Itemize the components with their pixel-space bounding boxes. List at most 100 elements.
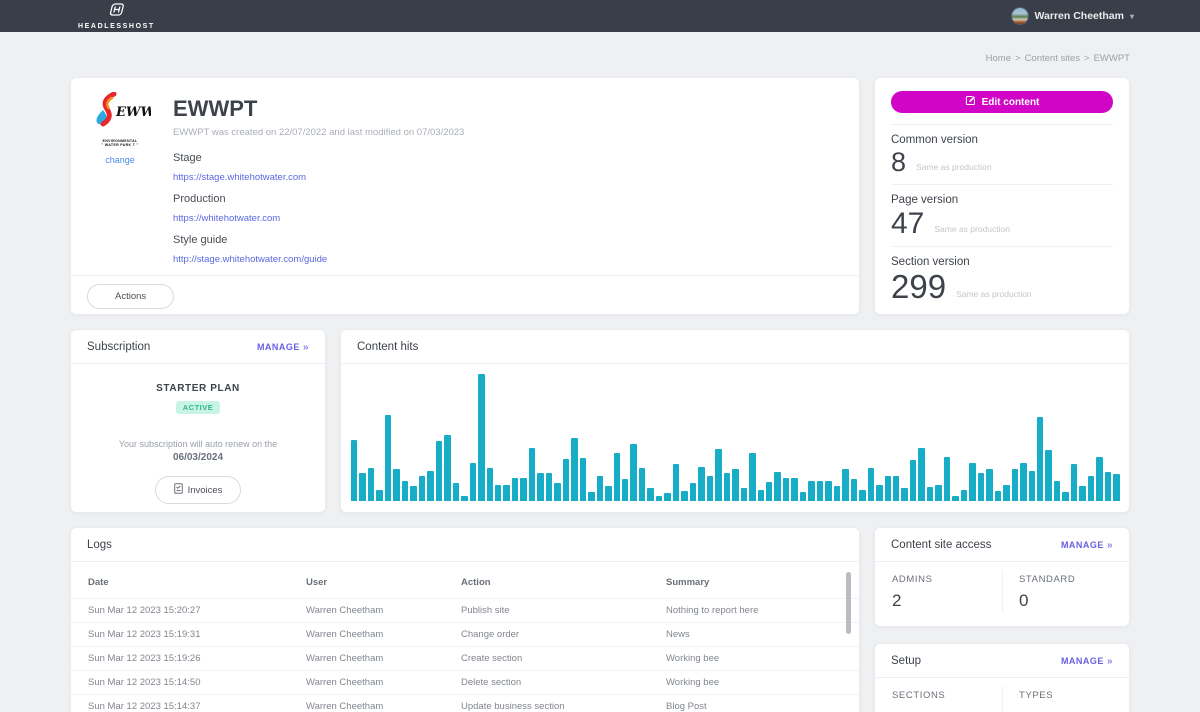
chart-bar	[1105, 472, 1111, 501]
content-hits-chart	[351, 374, 1119, 501]
chart-bar	[1054, 481, 1060, 501]
chart-bar	[427, 471, 433, 501]
chart-bar	[503, 485, 509, 502]
access-manage-link[interactable]: MANAGE »	[1061, 540, 1113, 551]
chart-bar	[698, 467, 704, 501]
table-cell: Delete section	[461, 677, 666, 688]
logs-title: Logs	[87, 539, 112, 551]
chart-bar	[986, 469, 992, 501]
chart-bar	[478, 374, 484, 501]
subscription-card: Subscription MANAGE » STARTER PLAN ACTIV…	[70, 329, 326, 513]
user-menu[interactable]: Warren Cheetham ▾	[1011, 7, 1134, 25]
chart-bar	[876, 485, 882, 502]
breadcrumb: Home>Content sites>EWWPT	[70, 32, 1130, 77]
chart-bar	[724, 473, 730, 501]
actions-button[interactable]: Actions	[87, 284, 174, 309]
chart-bar	[529, 448, 535, 501]
version-item: Page version47Same as production	[891, 184, 1113, 247]
stat-value: 0	[1019, 591, 1129, 611]
table-cell: Nothing to report here	[666, 605, 859, 616]
brand[interactable]: HEADLESSHOST	[78, 3, 155, 30]
site-link-group: Productionhttps://whitehotwater.com	[173, 193, 464, 234]
version-note: Same as production	[956, 289, 1032, 301]
breadcrumb-item-content-sites[interactable]: Content sites	[1025, 53, 1080, 64]
chart-bar	[741, 488, 747, 501]
versions-card: Edit content Common version8Same as prod…	[874, 77, 1130, 315]
stat-value: 2	[892, 591, 1002, 611]
chart-bar	[656, 496, 662, 501]
breadcrumb-separator: >	[1084, 53, 1090, 64]
chart-bar	[588, 492, 594, 501]
chart-bar	[453, 483, 459, 501]
chart-bar	[461, 496, 467, 501]
table-cell: Working bee	[666, 653, 859, 664]
access-stat-admins: ADMINS2	[875, 562, 1002, 623]
chart-bar	[758, 490, 764, 501]
chart-bar	[961, 490, 967, 501]
change-logo-link[interactable]: change	[105, 155, 135, 165]
chart-bar	[690, 483, 696, 501]
chart-bar	[512, 478, 518, 501]
setup-manage-link[interactable]: MANAGE »	[1061, 656, 1113, 667]
status-badge: ACTIVE	[176, 401, 221, 414]
table-cell: Sun Mar 12 2023 15:14:50	[88, 677, 306, 688]
chart-bar	[537, 473, 543, 501]
site-link-group: Style guidehttp://stage.whitehotwater.co…	[173, 234, 464, 275]
table-row: Sun Mar 12 2023 15:14:37Warren CheethamU…	[71, 695, 859, 712]
invoice-icon	[174, 483, 183, 497]
stat-label: SECTIONS	[892, 690, 1002, 701]
table-cell: Sun Mar 12 2023 15:19:26	[88, 653, 306, 664]
stat-label: STANDARD	[1019, 574, 1129, 585]
site-subtitle: EWWPT was created on 22/07/2022 and last…	[173, 127, 464, 138]
breadcrumb-item-home[interactable]: Home	[986, 53, 1011, 64]
setup-title: Setup	[891, 655, 921, 667]
chart-bar	[732, 469, 738, 501]
table-row: Sun Mar 12 2023 15:19:26Warren CheethamC…	[71, 647, 859, 671]
page-title: EWWPT	[173, 96, 464, 122]
chart-bar	[563, 459, 569, 501]
chart-bar	[783, 478, 789, 501]
logs-column-header: Action	[461, 577, 666, 588]
chart-bar	[359, 473, 365, 501]
chart-bar	[580, 458, 586, 501]
chart-bar	[859, 490, 865, 501]
chart-bar	[402, 481, 408, 501]
logs-scrollbar[interactable]	[846, 572, 851, 634]
chart-bar	[368, 468, 374, 501]
chart-bar	[571, 438, 577, 502]
chart-bar	[749, 453, 755, 501]
stat-label: TYPES	[1019, 690, 1129, 701]
chart-bar	[952, 496, 958, 501]
chart-bar	[995, 491, 1001, 501]
double-chevron-right-icon: »	[303, 342, 309, 353]
edit-content-button[interactable]: Edit content	[891, 91, 1113, 113]
site-link-group: Stage https://stage.whitehotwater.com	[173, 152, 464, 193]
table-cell: Change order	[461, 629, 666, 640]
chart-bar	[1003, 485, 1009, 502]
site-logo-text: EWWPT	[115, 105, 151, 120]
chart-bar	[470, 463, 476, 501]
subscription-title: Subscription	[87, 341, 150, 353]
table-cell: Warren Cheetham	[306, 653, 461, 664]
site-link-url[interactable]: https://whitehotwater.com	[173, 213, 280, 224]
chart-bar	[639, 468, 645, 501]
chart-bar	[554, 483, 560, 501]
chart-bar	[918, 448, 924, 501]
invoices-button[interactable]: Invoices	[155, 476, 242, 504]
edit-icon	[965, 95, 976, 109]
version-value: 8	[891, 151, 906, 174]
subscription-manage-link[interactable]: MANAGE »	[257, 342, 309, 353]
site-link-url[interactable]: https://stage.whitehotwater.com	[173, 172, 306, 183]
chart-bar	[910, 460, 916, 501]
site-link-url[interactable]: http://stage.whitehotwater.com/guide	[173, 254, 327, 265]
site-link-label: Stage	[173, 152, 464, 164]
chart-bar	[1096, 457, 1102, 501]
breadcrumb-item-ewwpt: EWWPT	[1094, 53, 1130, 64]
table-cell: Publish site	[461, 605, 666, 616]
chart-bar	[673, 464, 679, 501]
brand-label: HEADLESSHOST	[78, 23, 155, 30]
chart-bar	[1045, 450, 1051, 501]
version-value: 47	[891, 211, 924, 237]
table-cell: Warren Cheetham	[306, 701, 461, 712]
logs-column-header: User	[306, 577, 461, 588]
